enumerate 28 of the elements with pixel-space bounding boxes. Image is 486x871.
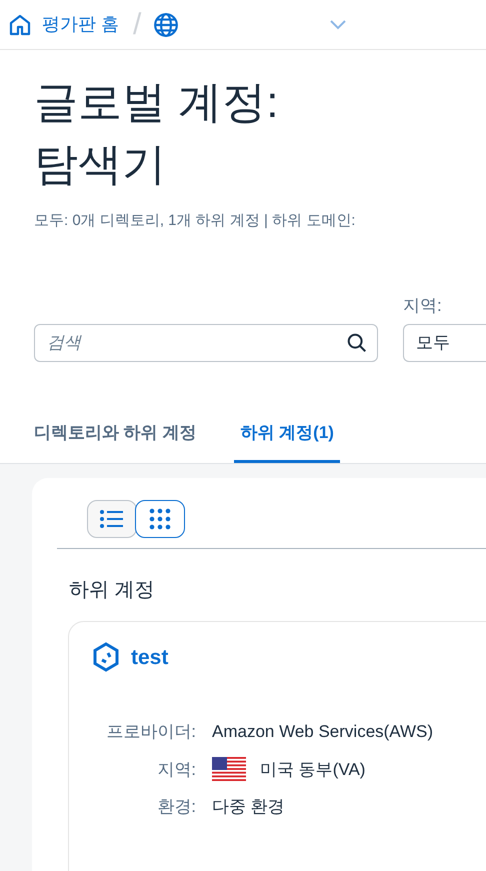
- subaccount-card[interactable]: test 프로바이더: Amazon Web Services(AWS) 지역: 미국 동부(VA) 환경: 다중 환경: [68, 620, 486, 871]
- tab[interactable]: 하위 계정(1): [234, 420, 340, 462]
- search-field[interactable]: 검색: [34, 324, 378, 362]
- field-value: Amazon Web Services(AWS): [212, 721, 434, 743]
- field-label: 환경:: [156, 796, 196, 818]
- home-link[interactable]: 평가판 홈: [42, 11, 120, 38]
- tab[interactable]: 디렉토리와 하위 계정: [34, 420, 196, 462]
- search-icon[interactable]: [346, 332, 368, 354]
- globe-icon[interactable]: [153, 12, 180, 38]
- flag-icon: [212, 757, 246, 782]
- field-value: 다중 환경: [212, 796, 285, 818]
- field-label: 지역:: [156, 758, 196, 780]
- grid-view-button[interactable]: [135, 500, 185, 538]
- list-view-button[interactable]: [87, 500, 137, 538]
- region-label: 지역:: [403, 294, 443, 316]
- hexagon-icon: [93, 642, 119, 672]
- subaccount-name[interactable]: test: [131, 642, 168, 673]
- field-label: 프로바이더:: [105, 721, 196, 743]
- page-title: 글로벌 계정:: [34, 77, 280, 129]
- page-title: 탐색기: [34, 139, 167, 191]
- home-icon[interactable]: [8, 12, 32, 36]
- breadcrumb-separator: /: [133, 10, 142, 40]
- list-icon: [99, 508, 125, 528]
- field-value: 미국 동부(VA): [260, 758, 366, 780]
- region-select[interactable]: 모두: [403, 324, 486, 362]
- summary-text: 모두: 0개 디렉토리, 1개 하위 계정 | 하위 도메인:: [34, 211, 356, 231]
- dots-grid-icon: [149, 508, 171, 530]
- section-title: 하위 계정: [69, 578, 156, 602]
